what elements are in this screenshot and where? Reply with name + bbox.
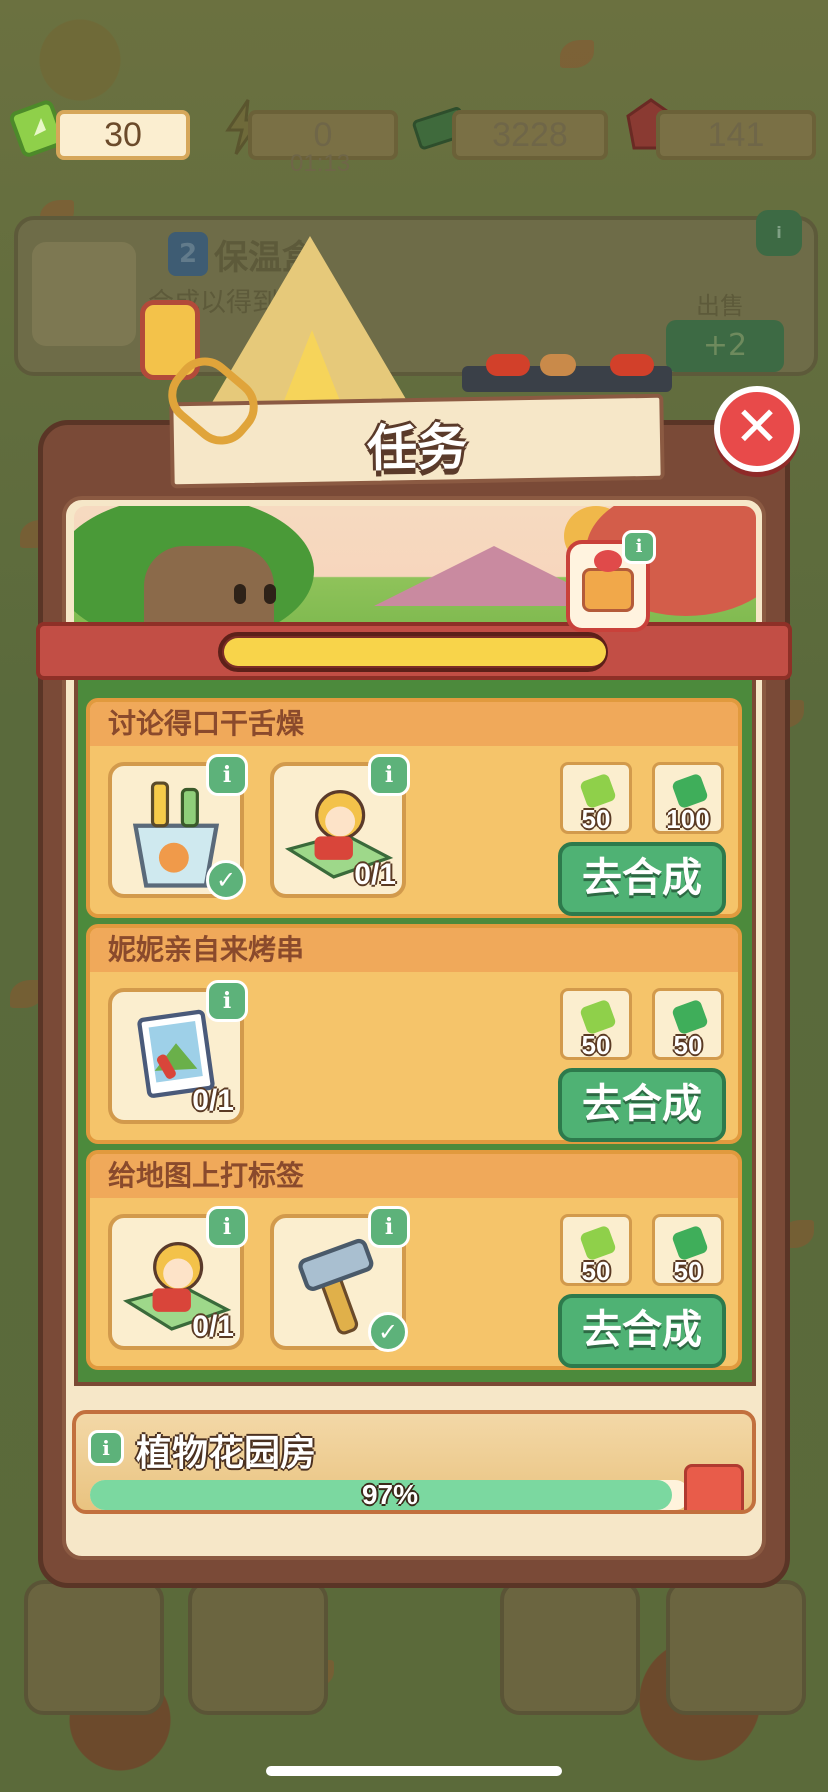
reward-ticket: 50 [560,988,632,1060]
reward-amount: 50 [581,1256,611,1286]
item-progress: 0/1 [354,858,396,891]
energy-timer: 01:13 [290,150,351,177]
task-item-slot[interactable]: i ✓ [270,1206,410,1352]
gem-counter[interactable]: 141 [656,110,816,160]
reward-amount: 100 [666,804,710,834]
reward-cash: 50 [652,988,724,1060]
sell-label: 出售 [696,292,744,320]
reward-chest-button[interactable]: i [566,530,656,632]
eye-decor [234,584,246,604]
item-progress: 0/1 [192,1310,234,1343]
collection-nav-button[interactable] [666,1580,806,1715]
info-icon[interactable]: i [88,1430,124,1466]
task-progress-bar [218,632,608,672]
bow-icon [594,550,622,572]
item-progress: 0/1 [192,1084,234,1117]
gem-count: 141 [707,116,765,154]
task-progress-fill [224,638,606,666]
leaf-decor [560,40,594,68]
energy-count: 0 [313,116,333,154]
campsite-illustration [74,506,756,634]
treasure-chest-icon [582,568,634,612]
task-card: 给地图上打标签 i 0/1 i ✓ 50 50 去合成 [86,1150,742,1370]
sausage-icon [486,354,530,376]
sausage-icon [540,354,576,376]
go-merge-button[interactable]: 去合成 [558,1294,726,1368]
item-level-badge: 2 [168,232,208,276]
task-item-slot[interactable]: i 0/1 [108,980,248,1124]
task-card: 妮妮亲自来烤串 i 0/1 50 50 去合成 [86,924,742,1144]
info-icon[interactable]: i [368,1206,410,1248]
lunchbox-icon [32,242,136,346]
gift-box-icon [684,1464,744,1510]
task-title: 讨论得口干舌燥 [90,702,738,746]
reward-amount: 50 [673,1256,703,1286]
shop-basket-nav-button[interactable] [500,1580,640,1715]
reward-amount: 50 [673,1030,703,1060]
garden-progress-label: 97% [361,1479,419,1510]
sausage-icon [610,354,654,376]
sell-button[interactable]: +2 [666,320,784,372]
task-title: 给地图上打标签 [90,1154,738,1198]
go-merge-button[interactable]: 去合成 [558,842,726,916]
check-icon: ✓ [368,1312,408,1352]
task-card: 讨论得口干舌燥 i ✓ i 0/1 50 100 去合成 [86,698,742,918]
task-title: 妮妮亲自来烤串 [90,928,738,972]
garden-room-progress[interactable]: i 植物花园房 97% [72,1410,756,1514]
back-nav-button[interactable] [24,1580,164,1715]
task-item-slot[interactable]: i 0/1 [270,754,410,898]
reward-amount: 50 [581,804,611,834]
leaderboard-nav-button[interactable] [188,1580,328,1715]
ticket-count: 30 [104,116,142,154]
cash-count: 3228 [492,116,568,154]
info-icon[interactable]: i [206,980,248,1022]
reward-ticket: 50 [560,762,632,834]
info-icon[interactable]: i [206,754,248,796]
home-indicator[interactable] [266,1766,562,1776]
reward-cash: 100 [652,762,724,834]
tent-door-decor [282,330,342,406]
garden-progress-bar: 97% [90,1480,690,1510]
item-info-card: 2 保温盒 合成以得到...箱。 出售 +2 i [14,210,818,376]
eye-decor [264,584,276,604]
task-item-slot[interactable]: i ✓ [108,754,248,900]
garden-room-title: 植物花园房 [136,1433,317,1474]
go-merge-button[interactable]: 去合成 [558,1068,726,1142]
info-icon[interactable]: i [206,1206,248,1248]
info-icon[interactable]: i [622,530,656,564]
reward-amount: 50 [581,1030,611,1060]
info-icon[interactable]: i [756,210,802,256]
tree-character-icon [144,546,274,634]
reward-cash: 50 [652,1214,724,1286]
reward-ticket: 50 [560,1214,632,1286]
close-button[interactable]: ✕ [714,386,800,472]
check-icon: ✓ [206,860,246,900]
info-icon[interactable]: i [368,754,410,796]
task-item-slot[interactable]: i 0/1 [108,1206,248,1350]
cash-counter[interactable]: 3228 [452,110,608,160]
ticket-counter[interactable]: 30 [56,110,190,160]
